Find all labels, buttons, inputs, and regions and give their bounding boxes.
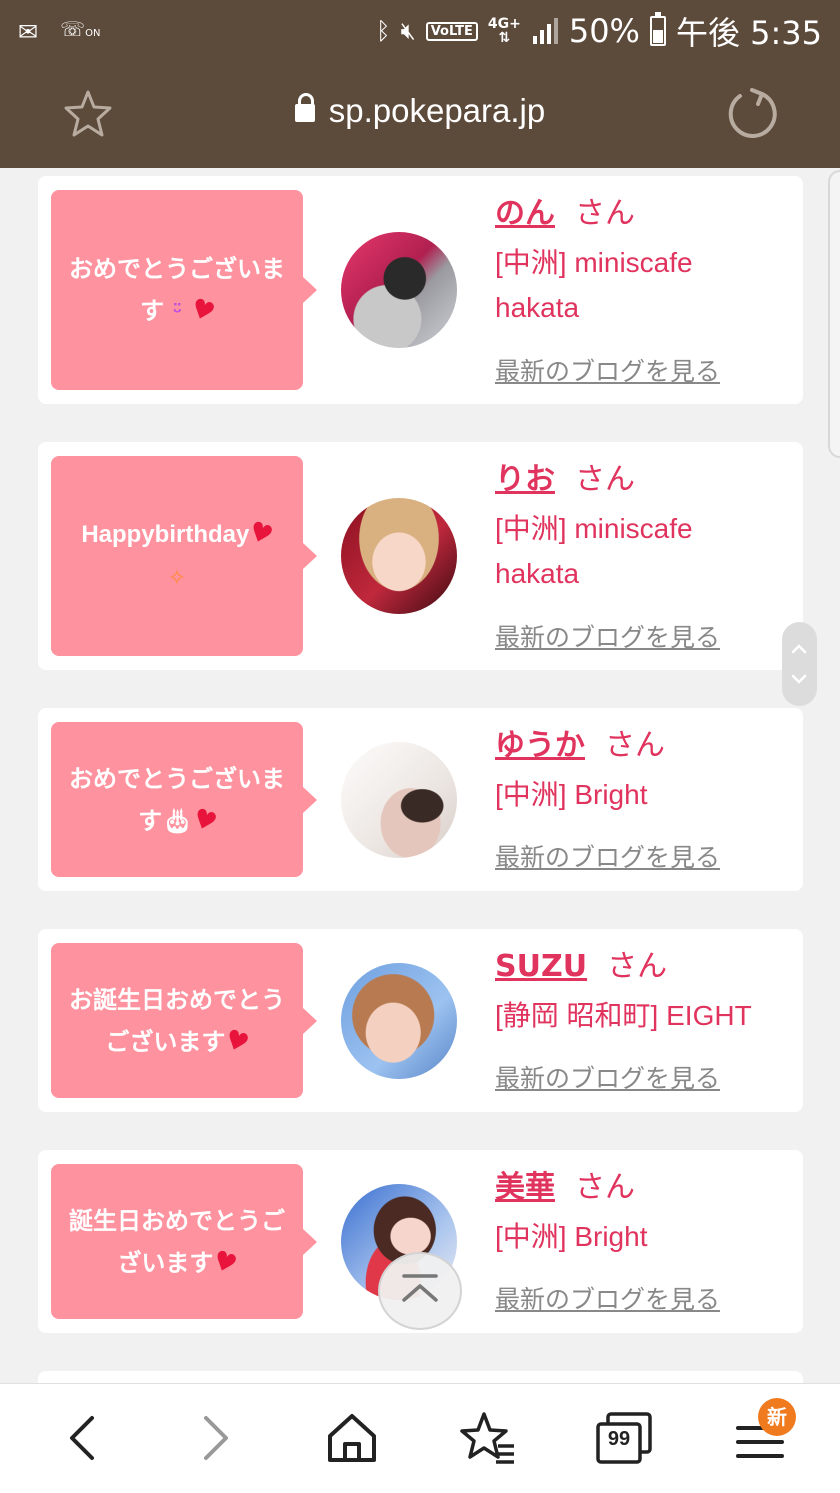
scroll-widget[interactable] [782,622,817,706]
avatar[interactable] [341,498,457,614]
message-bubble: 誕生日おめでとうございます♥ [51,1164,317,1319]
scroll-arrows-icon [791,644,807,684]
heart-emoji-icon: ♥ [244,515,278,552]
message-text: お誕生日おめでとうございます [69,985,285,1056]
shop-name: [中洲] Bright [495,1221,648,1252]
message-bubble: おめでとうございます🎂︎♥ [51,722,317,877]
cast-name-link[interactable]: のん [495,196,555,231]
shop-name: [中洲] Bright [495,779,648,810]
smile-emoji-icon: ᵕ̈ [172,299,183,324]
forward-icon[interactable] [184,1406,248,1470]
battery-icon [649,12,666,46]
heart-emoji-icon: ♥ [186,292,219,329]
list-item [38,1371,803,1383]
scroll-to-top-button[interactable] [378,1252,462,1330]
mute-icon: 🔇︎ [400,17,416,45]
wifi-call-icon: ☏ON [60,17,101,41]
arrow-up-icon [402,1274,438,1302]
menu-new-badge: 新 [758,1398,796,1436]
cast-info: SUZU さん [静岡 昭和町] EIGHT [495,947,793,1038]
status-bar: ✉ ☏ON ᛒ 🔇︎ VoLTE 4G+ ⇅ 50% 午後 5:35 [0,0,840,58]
cast-info: ゆうか さん [中洲] Bright [495,726,793,817]
tabs-count: 99 [607,1428,631,1450]
list-item: おめでとうございます ᵕ̈ ♥ のん さん [中洲] miniscafe haka… [38,176,803,404]
browser-toolbar: sp.pokepara.jp [0,58,840,168]
bookmarks-icon[interactable] [456,1406,520,1470]
volte-badge: VoLTE [425,21,478,41]
message-text: 誕生日おめでとうございます [69,1206,285,1277]
message-text: Happybirthday [81,520,250,548]
cast-info: 美華 さん [中洲] Bright [495,1168,793,1259]
honorific: さん [607,949,668,984]
back-icon[interactable] [50,1406,114,1470]
cast-info: のん さん [中洲] miniscafe hakata [495,194,793,330]
heart-emoji-icon: ♥ [188,802,221,839]
tabs-button[interactable]: 99 [592,1406,656,1470]
avatar[interactable] [341,963,457,1079]
shop-name: [中洲] miniscafe hakata [495,513,693,589]
blog-link[interactable]: 最新のブログを見る [495,1059,720,1095]
blog-link[interactable]: 最新のブログを見る [495,618,720,654]
bluetooth-icon: ᛒ [376,17,391,45]
clock: 午後 5:35 [675,14,822,52]
browser-bottom-nav: 99 新 [0,1383,840,1493]
mail-icon: ✉ [18,17,39,46]
reload-icon[interactable] [724,86,780,142]
avatar[interactable] [341,232,457,348]
blog-link[interactable]: 最新のブログを見る [495,352,720,388]
avatar[interactable] [341,742,457,858]
birthday-list: おめでとうございます ᵕ̈ ♥ のん さん [中洲] miniscafe haka… [0,168,840,1383]
cast-name-link[interactable]: りお [495,462,555,497]
url-text: sp.pokepara.jp [328,92,546,129]
list-item: おめでとうございます🎂︎♥ ゆうか さん [中洲] Bright 最新のブログを見… [38,708,803,891]
blog-link[interactable]: 最新のブログを見る [495,1280,720,1316]
message-bubble: Happybirthday♥ ✧ [51,456,317,656]
sparkle-emoji-icon: ✧ [167,565,187,591]
honorific: さん [575,462,635,497]
lock-icon [294,93,315,122]
battery-percent: 50% [568,12,640,50]
cast-info: りお さん [中洲] miniscafe hakata [495,460,793,596]
cast-name-link[interactable]: ゆうか [495,728,585,763]
message-bubble: お誕生日おめでとうございます♥ [51,943,317,1098]
shop-name: [中洲] miniscafe hakata [495,247,693,323]
cast-name-link[interactable]: SUZU [495,949,587,984]
blog-link[interactable]: 最新のブログを見る [495,838,720,874]
list-item: Happybirthday♥ ✧ りお さん [中洲] miniscafe haka… [38,442,803,670]
home-icon[interactable] [320,1406,384,1470]
edge-panel-handle[interactable] [828,170,840,458]
honorific: さん [575,1170,635,1205]
shop-name: [静岡 昭和町] EIGHT [495,1000,752,1031]
message-bubble: おめでとうございます ᵕ̈ ♥ [51,190,317,390]
network-type: 4G+ ⇅ [487,16,521,46]
address-bar[interactable]: sp.pokepara.jp [0,92,840,130]
cast-name-link[interactable]: 美華 [495,1170,555,1205]
heart-emoji-icon: ♥ [208,1244,242,1281]
signal-icon [532,18,558,44]
heart-emoji-icon: ♥ [220,1023,254,1060]
honorific: さん [605,728,665,763]
list-item: お誕生日おめでとうございます♥ SUZU さん [静岡 昭和町] EIGHT 最新… [38,929,803,1112]
honorific: さん [575,196,635,231]
